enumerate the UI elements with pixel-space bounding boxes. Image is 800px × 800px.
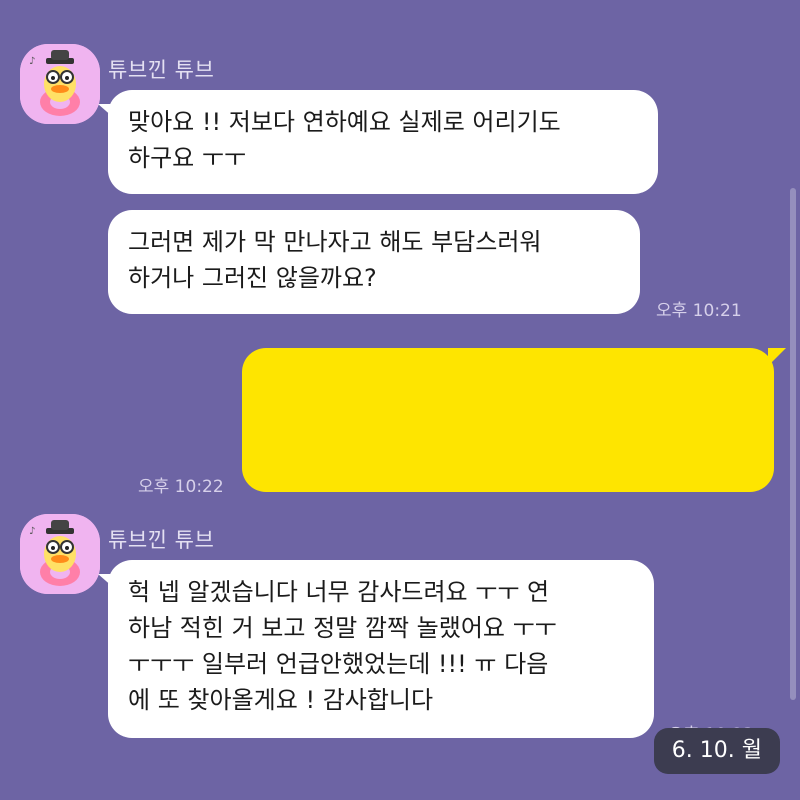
svg-text:♪: ♪ bbox=[29, 526, 35, 537]
sender-name: 튜브낀 튜브 bbox=[108, 58, 215, 82]
svg-text:♪: ♪ bbox=[29, 56, 35, 67]
sender-name: 튜브낀 튜브 bbox=[108, 528, 215, 552]
date-indicator: 6. 10. 월 bbox=[653, 728, 780, 774]
message-timestamp: 오후 10:22 bbox=[138, 477, 224, 497]
sender-avatar[interactable]: ♪ bbox=[20, 44, 100, 124]
duck-character-icon: ♪ bbox=[20, 514, 100, 594]
message-bubble[interactable]: 헉 넵 알겠습니다 너무 감사드려요 ㅜㅜ 연 하남 적힌 거 보고 정말 깜짝… bbox=[98, 560, 654, 738]
scrollbar[interactable] bbox=[790, 188, 796, 700]
message-bubble[interactable]: 그러면 제가 막 만나자고 해도 부담스러워 하거나 그러진 않을까요? bbox=[108, 210, 640, 314]
message-bubble[interactable]: 맞아요 !! 저보다 연하예요 실제로 어리기도 하구요 ㅜㅜ bbox=[98, 90, 658, 194]
my-message-bubble[interactable] bbox=[242, 348, 786, 492]
message-timestamp: 오후 10:21 bbox=[656, 301, 742, 321]
sender-avatar[interactable]: ♪ bbox=[20, 514, 100, 594]
duck-character-icon: ♪ bbox=[20, 44, 100, 124]
